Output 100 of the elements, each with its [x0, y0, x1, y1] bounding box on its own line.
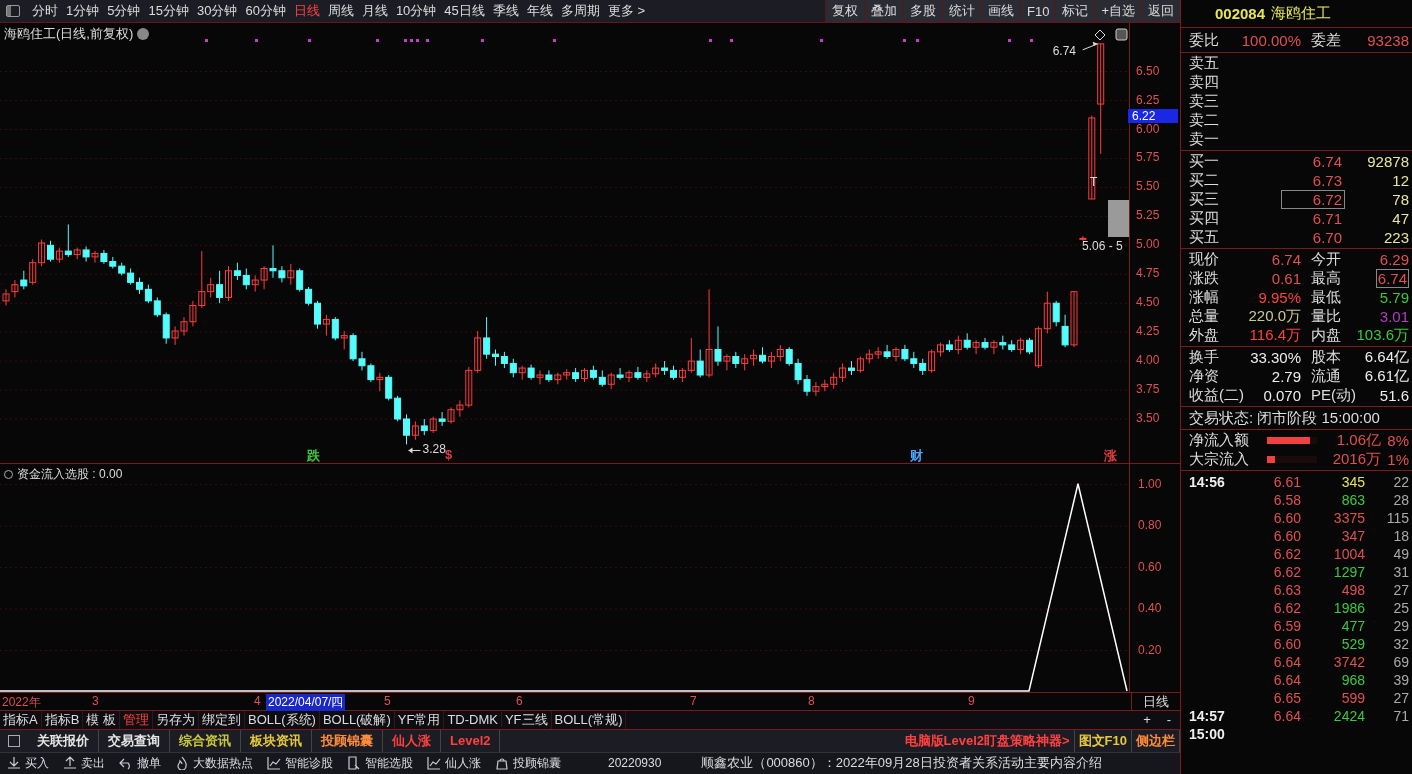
bottom-tab[interactable]: 电脑版Level2盯盘策略神器> — [900, 729, 1075, 752]
toolbar-button[interactable]: 标记 — [1055, 0, 1095, 22]
action-link[interactable]: 投顾锦囊 — [513, 754, 561, 772]
action-link[interactable]: 撤单 — [137, 754, 161, 772]
tick-count: 71 — [1392, 708, 1409, 724]
indicator-tab[interactable]: BOLL(常规) — [551, 710, 627, 729]
indicator-tick: 0.20 — [1138, 642, 1162, 657]
action-link[interactable]: 大数据热点 — [193, 754, 253, 772]
candlestick — [91, 250, 99, 264]
event-marker[interactable]: 涨 — [1104, 447, 1117, 465]
panel-toggle-icon[interactable] — [1115, 28, 1128, 41]
period-tab[interactable]: 45日线 — [440, 2, 489, 20]
indicator-tab[interactable]: 指标B — [41, 710, 84, 729]
action-link[interactable]: 卖出 — [81, 754, 105, 772]
tick-count: 31 — [1392, 564, 1409, 580]
news-ticker[interactable]: 顺鑫农业（000860）：2022年09月28日投资者关系活动主要内容介绍 — [701, 754, 1102, 773]
period-tab[interactable]: 月线 — [357, 2, 392, 20]
bottom-tab[interactable]: 板块资讯 — [241, 729, 312, 752]
period-tab[interactable]: 更多 > — [603, 2, 650, 20]
bottom-tab[interactable]: 综合资讯 — [170, 729, 241, 752]
bid-price[interactable]: 6.72 — [1281, 190, 1345, 209]
toolbar-button[interactable]: 统计 — [942, 0, 981, 22]
action-link[interactable]: 智能选股 — [365, 754, 413, 772]
toolbar-button[interactable]: 多股 — [903, 0, 942, 22]
action-link[interactable]: 仙人涨 — [445, 754, 481, 772]
indicator-tab[interactable]: 绑定到 — [198, 710, 245, 729]
period-tab[interactable]: 1分钟 — [62, 2, 104, 20]
zoom-button[interactable]: - — [1158, 712, 1180, 728]
bid-volume: 223 — [1382, 229, 1409, 246]
indicator-tab[interactable]: YF三线 — [501, 710, 552, 729]
indicator-tab[interactable]: 指标A — [0, 710, 42, 729]
period-tab[interactable]: 季线 — [488, 2, 523, 20]
candlestick — [483, 316, 491, 360]
quote-label: 涨跌 — [1189, 269, 1220, 288]
event-marker[interactable]: $ — [445, 447, 453, 462]
candlestick — [634, 366, 642, 381]
bottom-tab[interactable]: 交易查询 — [99, 729, 170, 752]
indicator-tab[interactable]: 模 板 — [83, 710, 120, 729]
zoom-button[interactable]: + — [1136, 712, 1158, 728]
period-tab[interactable]: 10分钟 — [391, 2, 441, 20]
indicator-tab[interactable]: YF常用 — [394, 710, 445, 729]
period-tab[interactable]: 日线 — [289, 2, 324, 20]
period-tab[interactable]: 分时 — [28, 2, 62, 20]
toolbar-button[interactable]: F10 — [1020, 0, 1056, 22]
period-tab[interactable]: 30分钟 — [192, 2, 242, 20]
price-tick: 6.25 — [1136, 92, 1160, 107]
diamond-icon[interactable] — [1094, 29, 1106, 41]
bottom-tab[interactable]: 仙人涨 — [383, 729, 441, 752]
action-link[interactable]: 买入 — [25, 754, 49, 772]
search-icon — [347, 756, 361, 771]
tick-count: 69 — [1392, 654, 1409, 670]
tick-volume: 1297 — [1332, 564, 1365, 580]
period-tab[interactable]: 周线 — [323, 2, 358, 20]
date-label: 2022/04/07/四 — [266, 694, 346, 711]
bottom-tab[interactable]: 侧边栏 — [1132, 729, 1180, 752]
toolbar-button[interactable]: 复权 — [825, 0, 864, 22]
indicator-tick: 1.00 — [1138, 476, 1162, 491]
bid-price[interactable]: 6.73 — [1281, 171, 1345, 190]
bid-price[interactable]: 6.71 — [1281, 209, 1345, 228]
bid-price[interactable]: 6.74 — [1281, 152, 1345, 171]
bottom-tab[interactable]: 投顾锦囊 — [312, 729, 383, 752]
period-tab[interactable]: 15分钟 — [144, 2, 193, 20]
tick-count: 29 — [1392, 618, 1409, 634]
high-arrow — [1082, 41, 1099, 51]
candlestick — [928, 349, 936, 374]
tick-price: 6.61 — [1272, 474, 1301, 490]
indicator-tab[interactable]: BOLL(破解) — [319, 710, 395, 729]
dropdown-icon[interactable] — [137, 28, 150, 40]
low-price-label: 3.28 — [422, 442, 446, 457]
panel-icon[interactable] — [8, 734, 20, 747]
indicator-tab[interactable]: 另存为 — [152, 710, 199, 729]
sidebar-toggle-icon[interactable] — [6, 5, 20, 17]
bottom-tab[interactable]: Level2 — [441, 729, 501, 752]
indicator-tab[interactable]: BOLL(系统) — [244, 710, 320, 729]
selection-block — [1108, 200, 1130, 237]
tick-price: 6.60 — [1272, 528, 1301, 544]
event-marker[interactable]: 跌 — [307, 447, 320, 465]
toolbar-button[interactable]: 叠加 — [864, 0, 903, 22]
price-tick: 4.75 — [1136, 266, 1160, 281]
toolbar-button[interactable]: +自选 — [1094, 0, 1141, 22]
candlestick — [376, 372, 384, 392]
quote-value: 103.6万 — [1356, 326, 1409, 345]
quote-value: 6.74 — [1375, 269, 1409, 288]
toolbar-button[interactable]: 返回 — [1141, 0, 1180, 22]
quote-value: 2.79 — [1270, 368, 1301, 385]
quote-value: 5.79 — [1378, 289, 1409, 306]
action-link[interactable]: 智能诊股 — [285, 754, 333, 772]
event-marker[interactable]: 财 — [910, 447, 923, 465]
bottom-tab[interactable]: 关联报价 — [28, 729, 99, 752]
indicator-tab[interactable]: TD-DMK — [444, 712, 502, 728]
period-tab[interactable]: 60分钟 — [241, 2, 290, 20]
period-tab[interactable]: 年线 — [522, 2, 557, 20]
quote-value: 220.0万 — [1247, 307, 1301, 326]
period-tab[interactable]: 5分钟 — [103, 2, 145, 20]
period-tab[interactable]: 多周期 — [556, 2, 604, 20]
indicator-tab[interactable]: 管理 — [119, 710, 153, 729]
bottom-tab[interactable]: 图文F10 — [1074, 729, 1132, 752]
toolbar-button[interactable]: 画线 — [981, 0, 1020, 22]
bid-price[interactable]: 6.70 — [1281, 228, 1345, 247]
quote-value: 0.61 — [1270, 270, 1301, 287]
